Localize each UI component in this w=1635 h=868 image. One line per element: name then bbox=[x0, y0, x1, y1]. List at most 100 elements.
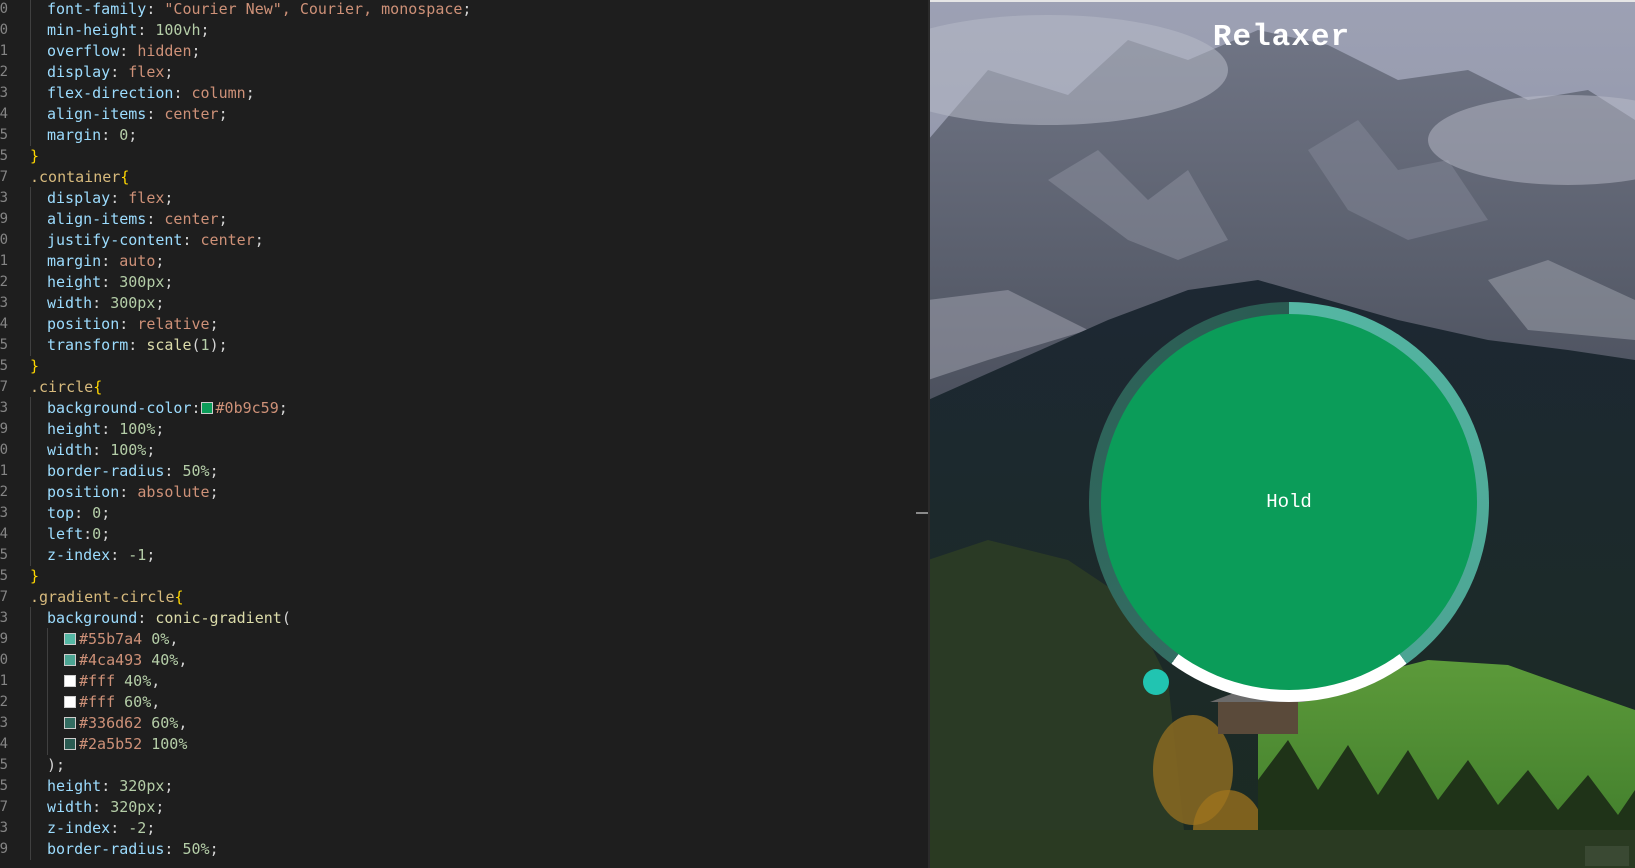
code-line[interactable]: 3 background: conic-gradient( bbox=[0, 607, 900, 629]
code-line[interactable]: 1 #fff 40%, bbox=[0, 670, 900, 692]
code-token: ; bbox=[146, 546, 156, 564]
code-text: top: 0; bbox=[47, 502, 110, 524]
code-token: ; bbox=[164, 777, 174, 795]
line-number: 0 bbox=[0, 442, 8, 458]
indent-guide bbox=[30, 82, 31, 104]
code-token: ; bbox=[146, 441, 156, 459]
code-token: 100% bbox=[110, 441, 147, 459]
code-line[interactable]: 5} bbox=[0, 355, 900, 377]
code-token: #fff bbox=[79, 693, 116, 711]
code-token: overflow bbox=[47, 42, 120, 60]
code-text: font-family: "Courier New", Courier, mon… bbox=[47, 0, 471, 20]
line-number: 3 bbox=[0, 715, 8, 731]
code-line[interactable]: 0 font-family: "Courier New", Courier, mo… bbox=[0, 0, 900, 20]
line-number: 3 bbox=[0, 190, 8, 206]
code-line[interactable]: 5); bbox=[0, 754, 900, 776]
code-line[interactable]: 7 .container{ bbox=[0, 166, 900, 188]
code-token: : bbox=[182, 231, 201, 249]
code-line[interactable]: 2 height: 300px; bbox=[0, 271, 900, 293]
code-line[interactable]: 4 align-items: center; bbox=[0, 103, 900, 125]
code-line[interactable]: 3 flex-direction: column; bbox=[0, 82, 900, 104]
code-line[interactable]: 9 align-items: center; bbox=[0, 208, 900, 230]
line-number: 2 bbox=[0, 694, 8, 710]
breath-instruction-text: Hold bbox=[1266, 491, 1312, 513]
code-line[interactable]: 5 transform: scale(1); bbox=[0, 334, 900, 356]
code-text: width: 320px; bbox=[47, 796, 164, 818]
line-number: 0 bbox=[0, 1, 8, 17]
code-line[interactable]: 5} bbox=[0, 145, 900, 167]
code-line[interactable]: 0 justify-content: center; bbox=[0, 229, 900, 251]
code-line[interactable]: 1 overflow: hidden; bbox=[0, 40, 900, 62]
indent-guide bbox=[47, 691, 48, 713]
code-token: "Courier New", Courier, monospace bbox=[164, 0, 463, 18]
code-token: #2a5b52 bbox=[79, 735, 143, 753]
line-number: 1 bbox=[0, 673, 8, 689]
code-line[interactable]: 7 .circle{ bbox=[0, 376, 900, 398]
code-token: : bbox=[101, 273, 120, 291]
code-line[interactable]: 9 height: 100%; bbox=[0, 418, 900, 440]
line-number: 3 bbox=[0, 820, 8, 836]
code-line[interactable]: 3 #336d62 60%, bbox=[0, 712, 900, 734]
color-swatch[interactable] bbox=[64, 654, 76, 666]
code-line[interactable]: 0 min-height: 100vh; bbox=[0, 19, 900, 41]
code-line[interactable]: 3 width: 300px; bbox=[0, 292, 900, 314]
code-line[interactable]: 3 top: 0; bbox=[0, 502, 900, 524]
code-token: ; bbox=[218, 210, 228, 228]
code-line[interactable]: 2 position: absolute; bbox=[0, 481, 900, 503]
code-token: : bbox=[110, 546, 129, 564]
color-swatch[interactable] bbox=[200, 402, 213, 414]
color-swatch[interactable] bbox=[64, 717, 76, 729]
code-token: center bbox=[164, 105, 219, 123]
code-line[interactable]: 1 border-radius: 50%; bbox=[0, 460, 900, 482]
code-line[interactable]: 7 width: 320px; bbox=[0, 796, 900, 818]
code-token: margin bbox=[47, 126, 102, 144]
code-text: .circle{ bbox=[30, 376, 102, 398]
color-swatch[interactable] bbox=[64, 675, 76, 687]
line-number: 3 bbox=[0, 295, 8, 311]
code-line[interactable]: 5 z-index: -1; bbox=[0, 544, 900, 566]
code-token: ; bbox=[155, 798, 165, 816]
code-line[interactable]: 7 .gradient-circle{ bbox=[0, 586, 900, 608]
code-line[interactable]: 0 width: 100%; bbox=[0, 439, 900, 461]
code-line[interactable]: 3 display: flex; bbox=[0, 187, 900, 209]
code-token: ; bbox=[209, 462, 219, 480]
code-line[interactable]: 4 #2a5b52 100% bbox=[0, 733, 900, 755]
code-line[interactable]: 5 height: 320px; bbox=[0, 775, 900, 797]
code-token: ); bbox=[209, 336, 228, 354]
code-line[interactable]: 2 display: flex; bbox=[0, 61, 900, 83]
code-token: : bbox=[101, 777, 120, 795]
code-text: width: 300px; bbox=[47, 292, 164, 314]
code-line[interactable]: 3 background-color: #0b9c59; bbox=[0, 397, 900, 419]
code-token: : bbox=[119, 315, 138, 333]
color-swatch[interactable] bbox=[64, 633, 76, 645]
code-token: , bbox=[178, 714, 188, 732]
indent-guide bbox=[30, 124, 31, 146]
progress-pointer-dot bbox=[1143, 669, 1169, 695]
code-token: : bbox=[173, 84, 192, 102]
code-line[interactable]: 4 left:0; bbox=[0, 523, 900, 545]
code-token: flex bbox=[128, 63, 165, 81]
code-line[interactable]: 0 #4ca493 40%, bbox=[0, 649, 900, 671]
code-line[interactable]: 9 #55b7a4 0%, bbox=[0, 628, 900, 650]
color-swatch[interactable] bbox=[64, 696, 76, 708]
split-handle[interactable] bbox=[916, 512, 928, 514]
code-line[interactable]: 5} bbox=[0, 565, 900, 587]
code-line[interactable]: 3 z-index: -2; bbox=[0, 817, 900, 839]
code-editor-pane[interactable]: 0 font-family: "Courier New", Courier, mo… bbox=[0, 0, 928, 868]
code-line[interactable]: 5 margin: 0; bbox=[0, 124, 900, 146]
code-token: display bbox=[47, 189, 111, 207]
code-line[interactable]: 9 border-radius: 50%; bbox=[0, 838, 900, 860]
preview-pane: Relaxer Hold bbox=[928, 0, 1635, 868]
code-line[interactable]: 2 #fff 60%, bbox=[0, 691, 900, 713]
code-token: font-family bbox=[47, 0, 147, 18]
code-token: ; bbox=[254, 231, 264, 249]
code-token: ; bbox=[209, 315, 219, 333]
code-line[interactable]: 1 margin: auto; bbox=[0, 250, 900, 272]
color-swatch[interactable] bbox=[64, 738, 76, 750]
code-line[interactable]: 4 position: relative; bbox=[0, 313, 900, 335]
code-token: 50% bbox=[182, 462, 210, 480]
watermark-box bbox=[1585, 846, 1629, 866]
code-text: margin: auto; bbox=[47, 250, 164, 272]
code-text: border-radius: 50%; bbox=[47, 460, 219, 482]
